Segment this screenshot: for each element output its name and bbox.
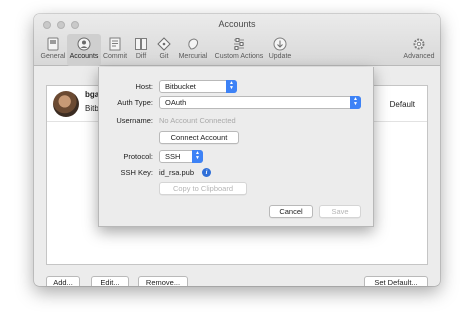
username-label: Username: [116, 116, 153, 125]
tab-diff[interactable]: Diff [130, 34, 152, 66]
auth-type-label: Auth Type: [117, 98, 153, 107]
commit-icon [109, 37, 121, 51]
mercurial-icon [188, 38, 199, 50]
auth-type-value: OAuth [165, 98, 187, 107]
gear-icon [413, 38, 425, 50]
auth-type-select[interactable]: OAuth ▲ ▼ [159, 96, 361, 109]
account-sheet: Host: Bitbucket ▲ ▼ Auth Type: OAuth ▲ ▼ U… [98, 67, 374, 227]
remove-account-button[interactable]: Remove... [138, 276, 188, 286]
chevron-updown-icon: ▲ ▼ [226, 80, 237, 93]
info-icon[interactable]: i [202, 168, 211, 177]
edit-account-button[interactable]: Edit... [91, 276, 129, 286]
avatar [53, 91, 79, 117]
tab-accounts[interactable]: Accounts [67, 34, 101, 66]
connect-account-button[interactable]: Connect Account [159, 131, 239, 144]
tab-advanced[interactable]: Advanced [402, 34, 436, 66]
tab-commit[interactable]: Commit [101, 34, 129, 66]
copy-to-clipboard-button[interactable]: Copy to Clipboard [159, 182, 247, 195]
username-placeholder: No Account Connected [159, 116, 236, 125]
protocol-value: SSH [165, 152, 181, 161]
tab-custom-actions[interactable]: Custom Actions [212, 34, 266, 66]
tab-mercurial[interactable]: Mercurial [176, 34, 210, 66]
save-button[interactable]: Save [319, 205, 361, 218]
host-select[interactable]: Bitbucket ▲ ▼ [159, 80, 237, 93]
custom-actions-icon [234, 38, 244, 50]
preferences-toolbar: General Accounts Commit Diff Git Mercuri… [34, 34, 440, 66]
tab-update[interactable]: Update [266, 34, 294, 66]
accounts-icon [77, 37, 91, 51]
protocol-select[interactable]: SSH ▲ ▼ [159, 150, 203, 163]
chevron-updown-icon: ▲ ▼ [350, 96, 361, 109]
tab-git[interactable]: Git [153, 34, 175, 66]
title-bar: Accounts General Accounts Commit Diff Gi… [34, 14, 440, 66]
host-label: Host: [135, 82, 153, 91]
add-account-button[interactable]: Add... [46, 276, 80, 286]
diff-icon [135, 38, 147, 50]
general-icon [47, 37, 59, 51]
tab-general[interactable]: General [38, 34, 68, 66]
cancel-button[interactable]: Cancel [269, 205, 313, 218]
update-icon [273, 37, 287, 51]
default-label: Default [389, 100, 415, 109]
git-icon [157, 37, 171, 51]
protocol-label: Protocol: [123, 152, 153, 161]
chevron-updown-icon: ▲ ▼ [192, 150, 203, 163]
ssh-key-value: id_rsa.pub [159, 168, 195, 177]
host-value: Bitbucket [165, 82, 196, 91]
set-default-button[interactable]: Set Default... [364, 276, 428, 286]
window-title: Accounts [218, 19, 256, 29]
ssh-key-label: SSH Key: [120, 168, 153, 177]
